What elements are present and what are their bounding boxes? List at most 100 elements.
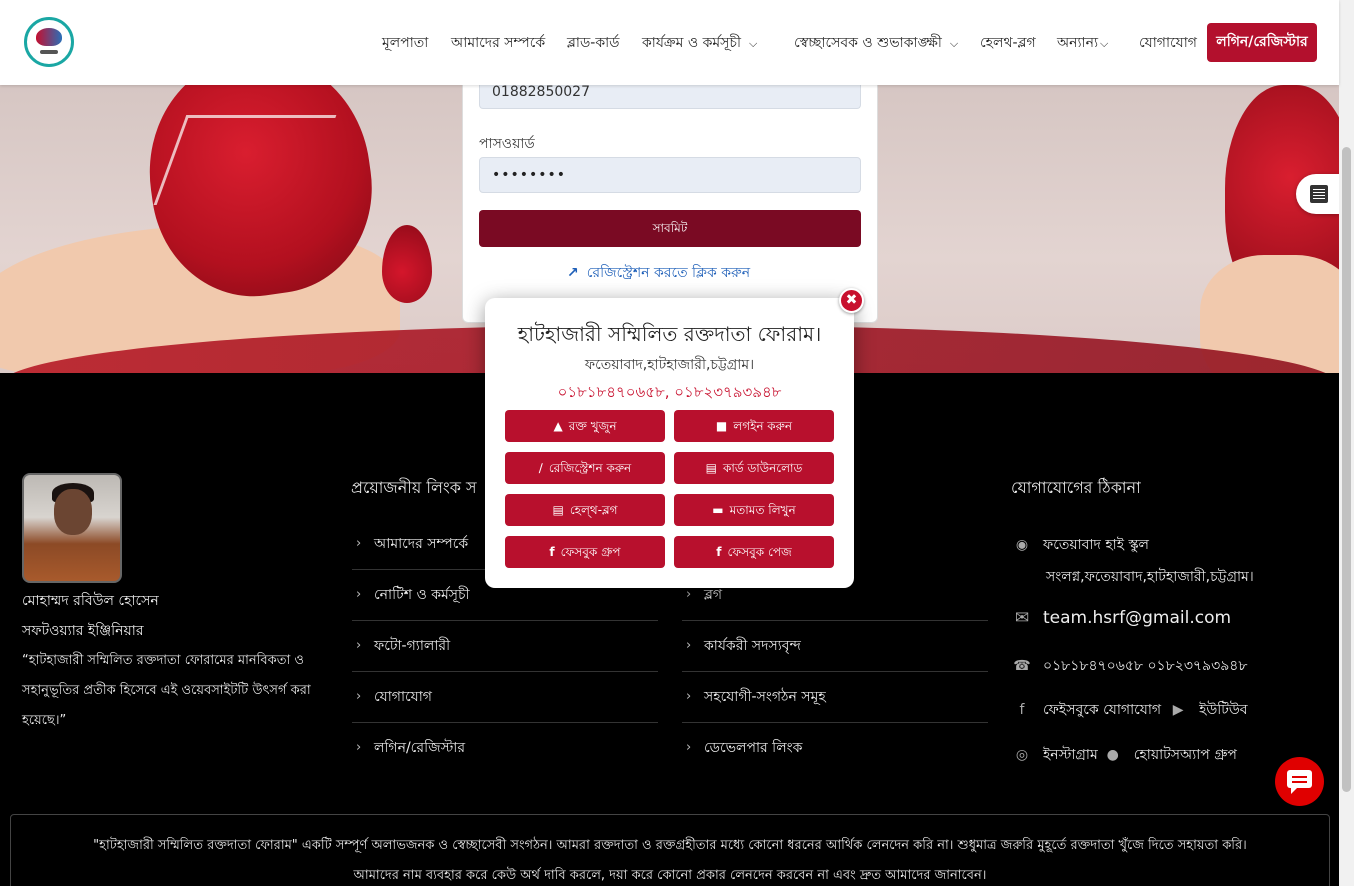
health-blog-button[interactable]: ▤ হেল্থ-ব্লগ	[505, 494, 665, 526]
nav-health-blog[interactable]: হেলথ-ব্লগ	[980, 31, 1036, 55]
find-blood-button[interactable]: ▲ রক্ত খুজুন	[505, 410, 665, 442]
footer-link-label: ডেভেলপার লিংক	[704, 740, 803, 756]
contact-address: ◉ ফতেয়াবাদ হাই স্কুল	[1011, 533, 1149, 557]
nav-activities-label: কার্যক্রম ও কর্মসূচী	[642, 35, 741, 51]
button-label: ফেসবুক পেজ	[727, 545, 792, 559]
password-input[interactable]: ••••••••	[479, 157, 861, 193]
page-scrollbar[interactable]	[1339, 0, 1354, 886]
id-card-icon: ▤	[705, 461, 717, 475]
password-label: পাসওয়ার্ড	[479, 136, 535, 152]
nav-about[interactable]: আমাদের সম্পর্কে	[451, 31, 545, 55]
location-pin-icon: ◉	[1015, 537, 1029, 553]
button-label: লগইন করুন	[733, 419, 793, 433]
chevron-right-icon: ›	[686, 638, 692, 653]
facebook-group-button[interactable]: f ফেসবুক গ্রুপ	[505, 536, 665, 568]
facebook-icon: f	[1019, 702, 1025, 718]
syringe-icon: ∕	[538, 461, 543, 475]
register-link[interactable]: ↗ রেজিস্ট্রেশন করতে ক্লিক করুন	[567, 261, 750, 285]
footer-link-members[interactable]: › কার্যকরী সদস্যবৃন্দ	[682, 621, 988, 672]
modal-close-button[interactable]: ✖	[839, 288, 864, 313]
chevron-right-icon: ›	[356, 740, 362, 755]
site-header: মূলপাতা আমাদের সম্পর্কে ব্লাড-কার্ড কার্…	[0, 0, 1339, 85]
button-label: রেজিস্ট্রেশন করুন	[548, 461, 632, 475]
feedback-button[interactable]: ▬ মতামত লিখুন	[674, 494, 834, 526]
info-modal: হাটহাজারী সম্মিলিত রক্তদাতা ফোরাম। ফতেয়…	[485, 298, 854, 588]
nav-volunteers-label: স্বেচ্ছাসেবক ও শুভাকাঙ্ক্ষী	[794, 35, 942, 51]
facebook-icon: f	[549, 545, 555, 559]
chat-button[interactable]	[1275, 757, 1324, 806]
blood-drop-illustration	[382, 225, 432, 303]
footer-link-contact[interactable]: › যোগাযোগ	[352, 672, 658, 723]
footer-link-label: সহযোগী-সংগঠন সমূহ	[704, 689, 826, 705]
chat-icon	[1287, 770, 1312, 794]
modal-phones: ০১৮১৮৪৭০৬৫৮, ০১৮২৩৭৯৩৯৪৮	[557, 383, 782, 401]
facebook-page-button[interactable]: f ফেসবুক পেজ	[674, 536, 834, 568]
footer-link-partners[interactable]: › সহযোগী-সংগঠন সমূহ	[682, 672, 988, 723]
contact-email[interactable]: ✉ team.hsrf@gmail.com	[1011, 608, 1231, 628]
footer-link-developer[interactable]: › ডেভেলপার লিংক	[682, 723, 988, 774]
phone-icon: ☎	[1013, 658, 1031, 674]
instagram-icon: ◎	[1015, 747, 1029, 763]
login-register-button[interactable]: লগিন/রেজিস্টার	[1207, 23, 1317, 62]
button-label: হেল্থ-ব্লগ	[569, 503, 618, 517]
nav-contact[interactable]: যোগাযোগ	[1139, 31, 1197, 55]
side-table-widget[interactable]	[1296, 174, 1339, 214]
modal-login-button[interactable]: ■ লগইন করুন	[674, 410, 834, 442]
youtube-icon: ▶	[1172, 702, 1184, 718]
table-icon	[1310, 185, 1328, 203]
external-link-icon: ↗	[567, 265, 579, 281]
card-download-button[interactable]: ▤ কার্ড ডাউনলোড	[674, 452, 834, 484]
chevron-right-icon: ›	[356, 638, 362, 653]
facebook-link[interactable]: ফেইসবুকে যোগাযোগ	[1043, 702, 1161, 718]
site-logo[interactable]	[24, 17, 74, 67]
close-icon: ✖	[845, 292, 858, 308]
instagram-link[interactable]: ইনস্টাগ্রাম	[1043, 747, 1098, 763]
whatsapp-link[interactable]: হোয়াটসঅ্যাপ গ্রুপ	[1134, 747, 1237, 763]
disclaimer-line-2: আমাদের নাম ব্যবহার করে কেউ অর্থ দাবি করল…	[353, 868, 987, 883]
footer-link-label: নোটিশ ও কর্মসূচী	[374, 587, 470, 603]
submit-button[interactable]: সাবমিট	[479, 210, 861, 247]
contact-social-row-2: ◎ ইনস্টাগ্রাম ● হোয়াটসঅ্যাপ গ্রুপ	[1011, 743, 1237, 767]
footer-link-label: কার্যকরী সদস্যবৃন্দ	[704, 638, 801, 654]
disclaimer-line-1: "হাটহাজারী সম্মিলিত রক্তদাতা ফোরাম" একটি…	[93, 838, 1247, 853]
profile-role: সফটওয়্যার ইঞ্জিনিয়ার	[22, 623, 144, 639]
nav-home[interactable]: মূলপাতা	[382, 31, 428, 55]
modal-register-button[interactable]: ∕ রেজিস্ট্রেশন করুন	[505, 452, 665, 484]
chevron-down-icon: ⌵	[949, 37, 959, 50]
footer-link-label: যোগাযোগ	[374, 689, 432, 705]
login-card: 01882850027 পাসওয়ার্ড •••••••• সাবমিট ↗…	[462, 81, 878, 323]
email-text: team.hsrf@gmail.com	[1043, 608, 1232, 628]
modal-title: হাটহাজারী সম্মিলিত রক্তদাতা ফোরাম।	[517, 322, 822, 346]
chevron-right-icon: ›	[356, 536, 362, 551]
nav-activities[interactable]: কার্যক্রম ও কর্মসূচী ⌵	[642, 31, 757, 55]
footer-link-label: আমাদের সম্পর্কে	[374, 536, 469, 552]
comment-icon: ▬	[712, 503, 724, 517]
button-label: রক্ত খুজুন	[568, 419, 617, 433]
address-line-1: ফতেয়াবাদ হাই স্কুল	[1043, 537, 1149, 553]
chevron-down-icon: ⌵	[748, 37, 758, 50]
profile-photo	[22, 473, 122, 583]
chevron-right-icon: ›	[686, 689, 692, 704]
scrollbar-thumb[interactable]	[1342, 147, 1351, 792]
phone-input[interactable]: 01882850027	[479, 81, 861, 109]
chevron-right-icon: ›	[686, 740, 692, 755]
footer-link-gallery[interactable]: › ফটো-গ্যালারী	[352, 621, 658, 672]
nav-others[interactable]: অন্যান্য ⌵	[1057, 31, 1108, 55]
chevron-down-icon: ⌵	[1100, 37, 1109, 50]
youtube-link[interactable]: ইউটিউব	[1199, 702, 1248, 718]
contact-title: যোগাযোগের ঠিকানা	[1011, 478, 1141, 497]
nav-volunteers[interactable]: স্বেচ্ছাসেবক ও শুভাকাঙ্ক্ষী ⌵	[794, 31, 958, 55]
register-link-label: রেজিস্ট্রেশন করতে ক্লিক করুন	[586, 265, 751, 281]
profile-name: মোহাম্মদ রবিউল হোসেন	[22, 593, 159, 609]
chevron-right-icon: ›	[356, 587, 362, 602]
button-label: ফেসবুক গ্রুপ	[560, 545, 621, 559]
footer-link-login[interactable]: › লগিন/রেজিস্টার	[352, 723, 658, 774]
newspaper-icon: ▤	[552, 503, 564, 517]
nav-others-label: অন্যান্য	[1057, 35, 1099, 51]
envelope-icon: ✉	[1014, 608, 1030, 628]
nav-blood-card[interactable]: ব্লাড-কার্ড	[567, 31, 619, 55]
footer-link-label: ব্লগ	[704, 587, 723, 603]
contact-phone[interactable]: ☎ ০১৮১৮৪৭০৬৫৮ ০১৮২৩৭৯৩৯৪৮	[1011, 654, 1247, 678]
disclaimer-box: "হাটহাজারী সম্মিলিত রক্তদাতা ফোরাম" একটি…	[10, 814, 1330, 886]
lock-icon: ■	[715, 419, 728, 433]
